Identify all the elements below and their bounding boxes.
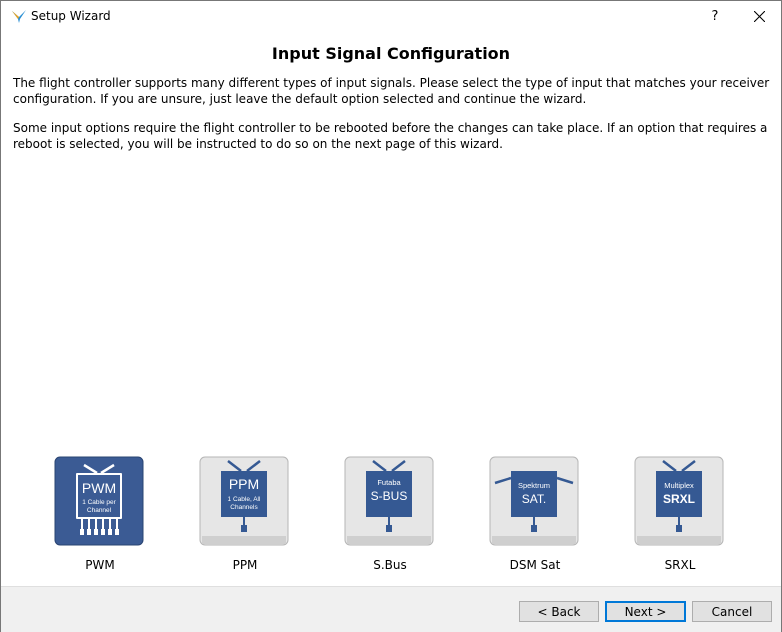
pwm-card-title: PWM [82, 480, 116, 496]
setup-wizard-window: Setup Wizard ? Input Signal Configuratio… [0, 0, 782, 632]
app-logo-icon [11, 8, 27, 24]
title-bar: Setup Wizard ? [1, 1, 781, 32]
sbus-receiver-icon: Futaba S-BUS [344, 456, 434, 546]
pwm-card-line2: 1 Cable per [82, 499, 116, 506]
option-ppm[interactable]: PPM 1 Cable, All Channels PPM [199, 456, 291, 586]
ppm-card-line2: 1 Cable, All [228, 496, 261, 503]
option-dsm-sat[interactable]: Spektrum SAT. DSM Sat [489, 456, 581, 586]
sbus-card-brand: Futaba [377, 478, 401, 487]
window-title: Setup Wizard [31, 9, 111, 23]
dsm-sat-label: DSM Sat [509, 558, 561, 572]
ppm-label: PPM [232, 558, 258, 572]
cancel-button[interactable]: Cancel [692, 601, 772, 622]
pwm-card-line3: Channel [87, 507, 112, 514]
input-type-options: PWM 1 Cable per Channel PWM PPM 1 Cable,… [1, 456, 781, 586]
back-button[interactable]: < Back [519, 601, 599, 622]
intro-paragraph: The flight controller supports many diff… [13, 76, 770, 106]
option-pwm[interactable]: PWM 1 Cable per Channel PWM [54, 456, 146, 586]
pwm-tile[interactable]: PWM 1 Cable per Channel [54, 456, 144, 546]
option-srxl[interactable]: Multiplex SRXL SRXL [634, 456, 726, 586]
srxl-receiver-icon: Multiplex SRXL [634, 456, 724, 546]
page-title: Input Signal Configuration [271, 44, 511, 63]
srxl-card-title: SRXL [663, 492, 695, 506]
close-icon [754, 11, 765, 22]
button-bar: < Back Next > Cancel [1, 586, 781, 632]
ppm-tile[interactable]: PPM 1 Cable, All Channels [199, 456, 289, 546]
ppm-receiver-icon: PPM 1 Cable, All Channels [199, 456, 289, 546]
sbus-label: S.Bus [373, 558, 407, 572]
ppm-card-title: PPM [229, 476, 259, 492]
pwm-label: PWM [85, 558, 115, 572]
dsm-sat-tile[interactable]: Spektrum SAT. [489, 456, 579, 546]
srxl-label: SRXL [664, 558, 696, 572]
srxl-card-brand: Multiplex [664, 481, 694, 490]
help-button[interactable]: ? [699, 1, 731, 32]
next-button[interactable]: Next > [605, 601, 686, 622]
dsm-sat-receiver-icon: Spektrum SAT. [489, 456, 579, 546]
sbus-tile[interactable]: Futaba S-BUS [344, 456, 434, 546]
ppm-card-line3: Channels [230, 504, 258, 511]
close-button[interactable] [739, 1, 781, 32]
dsm-card-brand: Spektrum [518, 481, 550, 490]
reboot-note-paragraph: Some input options require the flight co… [13, 121, 768, 151]
dsm-card-title: SAT. [522, 492, 546, 506]
pwm-receiver-icon: PWM 1 Cable per Channel [54, 456, 144, 546]
srxl-tile[interactable]: Multiplex SRXL [634, 456, 724, 546]
sbus-card-title: S-BUS [371, 489, 408, 503]
option-sbus[interactable]: Futaba S-BUS S.Bus [344, 456, 436, 586]
